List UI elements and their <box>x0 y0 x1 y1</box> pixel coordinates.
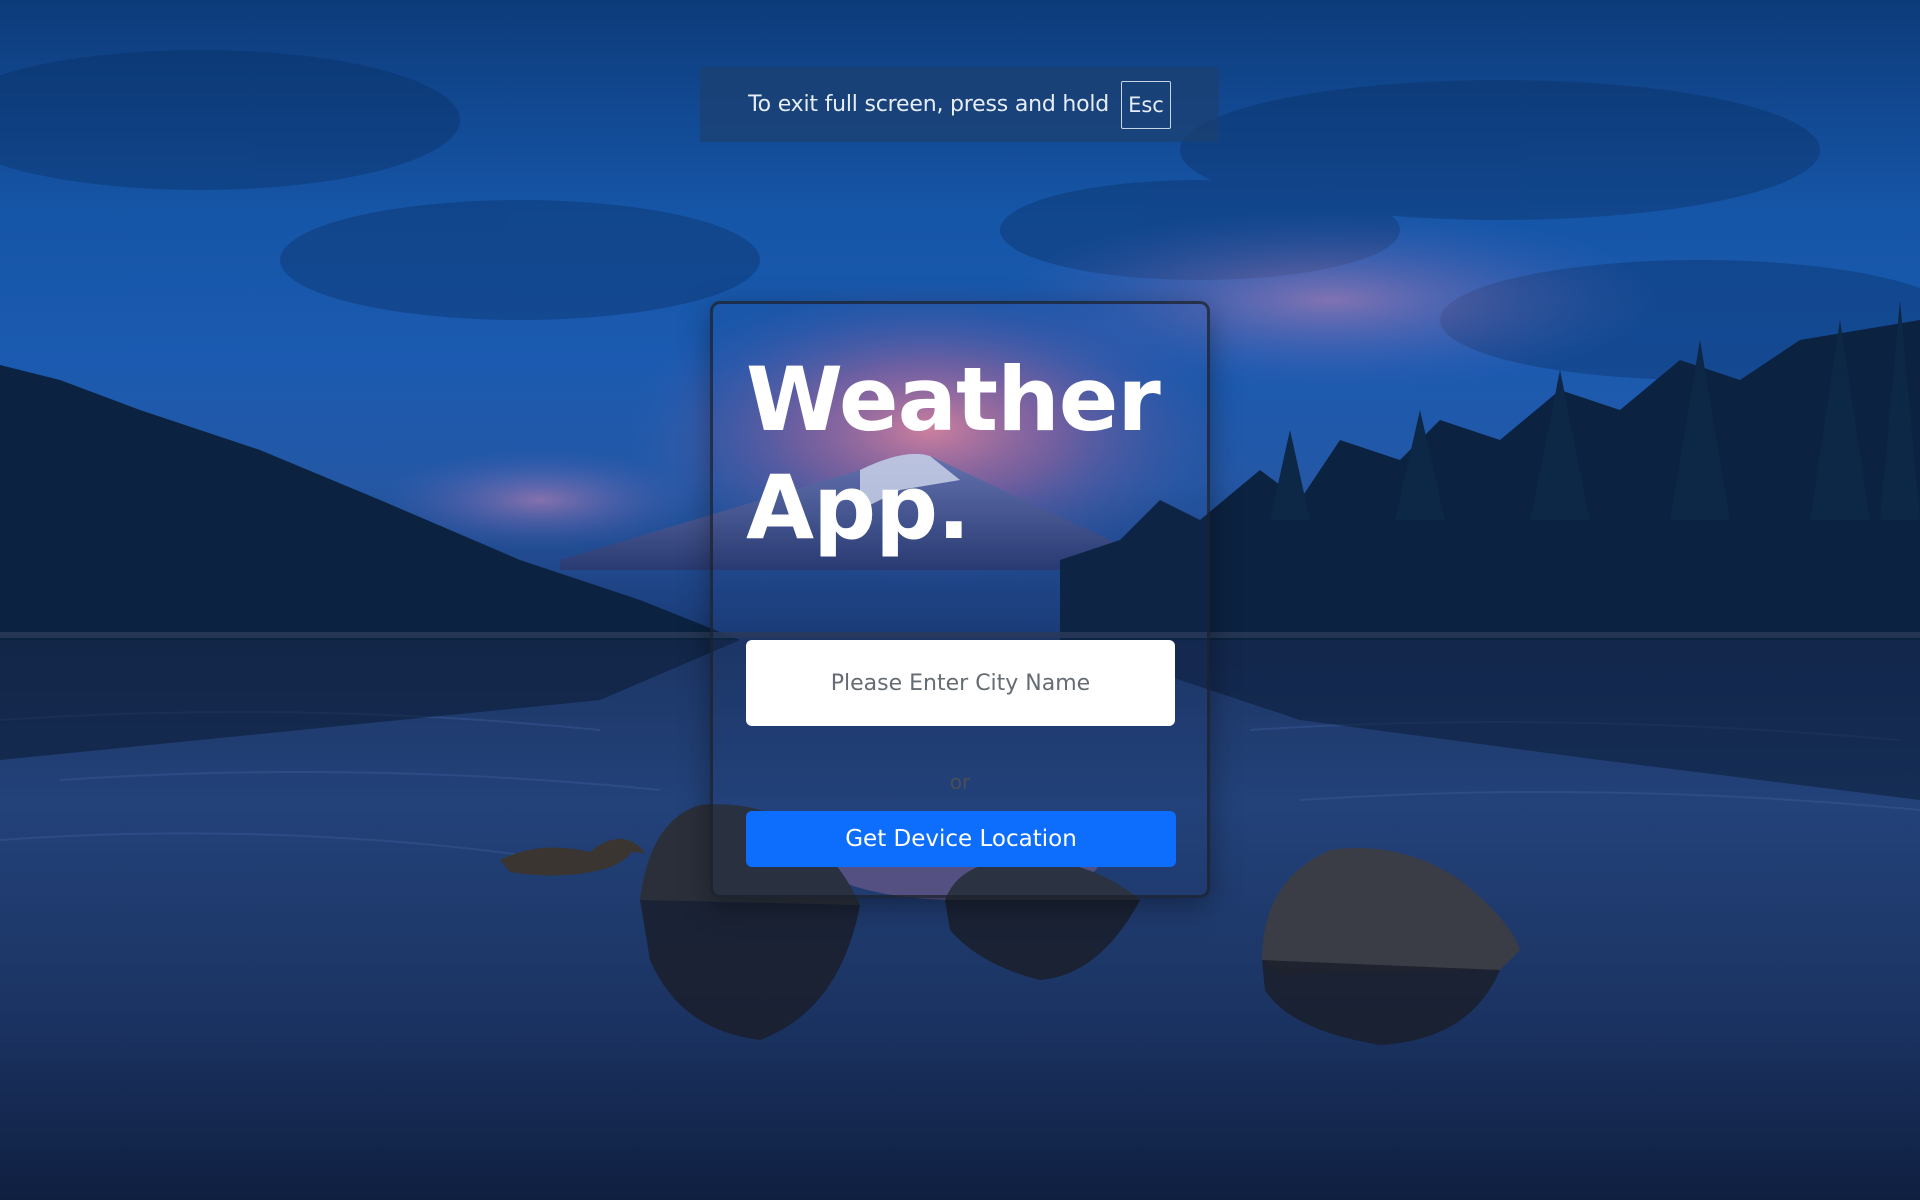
app-title-line-1: Weather <box>746 348 1161 451</box>
app-title: Weather App. <box>746 346 1186 562</box>
fullscreen-notice: To exit full screen, press and hold Esc <box>700 67 1219 142</box>
city-name-input[interactable] <box>746 640 1175 726</box>
or-separator: or <box>949 770 971 794</box>
esc-key-badge: Esc <box>1121 80 1171 129</box>
app-screen: To exit full screen, press and hold Esc … <box>0 0 1920 1200</box>
weather-app-card: Weather App. or Get Device Location <box>710 301 1210 898</box>
fullscreen-notice-text: To exit full screen, press and hold <box>748 92 1110 117</box>
app-title-line-2: App. <box>746 456 971 559</box>
get-device-location-button[interactable]: Get Device Location <box>746 811 1176 867</box>
